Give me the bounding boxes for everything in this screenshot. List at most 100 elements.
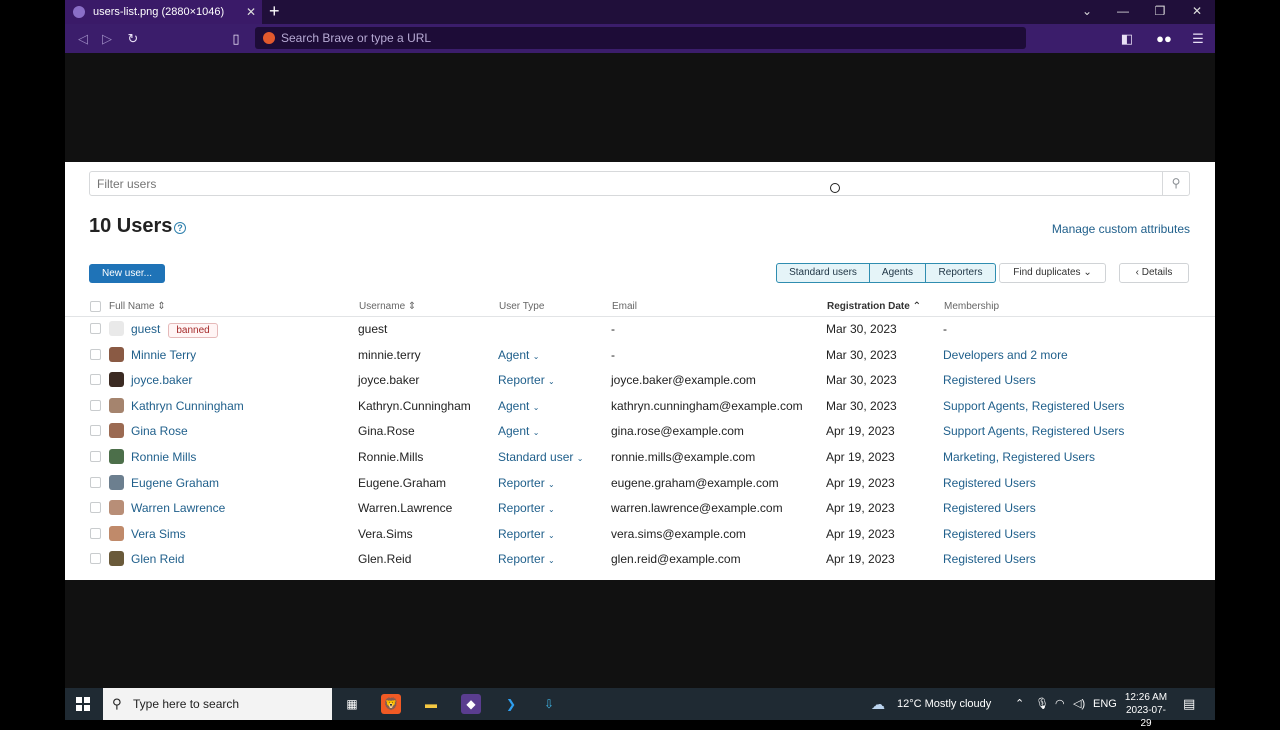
segment-agents[interactable]: Agents — [869, 263, 926, 283]
user-type-dropdown[interactable]: Standard user ⌄ — [498, 450, 583, 464]
user-name-link[interactable]: Ronnie Mills — [131, 450, 196, 464]
user-type-dropdown[interactable]: Agent ⌄ — [498, 399, 539, 413]
minimize-button[interactable]: — — [1105, 0, 1141, 24]
user-type-label: Agent — [498, 398, 530, 413]
row-checkbox[interactable] — [90, 476, 101, 488]
user-name-link[interactable]: Glen Reid — [131, 552, 184, 566]
row-checkbox[interactable] — [90, 502, 101, 514]
volume-icon[interactable]: ◁) — [1073, 688, 1085, 720]
segment-reporters[interactable]: Reporters — [925, 263, 996, 283]
username-cell: Eugene.Graham — [358, 475, 447, 490]
file-explorer-icon[interactable]: ▬ — [421, 694, 441, 714]
membership-cell[interactable]: Registered Users — [943, 501, 1036, 515]
membership-cell[interactable]: Registered Users — [943, 476, 1036, 490]
column-user-type[interactable]: User Type — [499, 301, 544, 312]
wallet-icon[interactable]: ●● — [1152, 29, 1176, 49]
membership-cell[interactable]: Registered Users — [943, 527, 1036, 541]
user-name-link[interactable]: Kathryn Cunningham — [131, 399, 244, 413]
notifications-icon[interactable]: ▤ — [1183, 688, 1195, 720]
user-name-link[interactable]: joyce.baker — [131, 373, 192, 387]
maximize-button[interactable]: ❐ — [1142, 0, 1178, 24]
task-view-icon[interactable]: ▦ — [342, 694, 362, 714]
taskbar-search-box[interactable]: ⚲ Type here to search — [103, 688, 332, 720]
user-type-dropdown[interactable]: Reporter ⌄ — [498, 527, 555, 541]
membership-cell[interactable]: Support Agents, Registered Users — [943, 399, 1124, 413]
row-checkbox[interactable] — [90, 323, 101, 334]
user-type-dropdown[interactable]: Reporter ⌄ — [498, 373, 555, 387]
registration-date-cell: Mar 30, 2023 — [826, 398, 897, 413]
forward-icon[interactable]: ▷ — [97, 29, 117, 49]
registration-date-cell: Apr 19, 2023 — [826, 424, 895, 439]
microphone-icon[interactable]: 🎙 — [1035, 688, 1049, 720]
new-tab-button[interactable]: + — [269, 0, 280, 22]
user-type-dropdown[interactable]: Reporter ⌄ — [498, 552, 555, 566]
column-registration-date[interactable]: Registration Date ⌃ — [827, 301, 921, 312]
search-icon[interactable]: ⚲ — [1162, 172, 1189, 195]
clock[interactable]: 12:26 AM 2023-07-29 — [1123, 689, 1169, 729]
tray-chevron-icon[interactable]: ⌃ — [1015, 688, 1024, 720]
registration-date-cell: Mar 30, 2023 — [826, 322, 897, 336]
email-cell: gina.rose@example.com — [611, 424, 744, 439]
bookmark-icon[interactable]: ▯ — [226, 29, 246, 49]
user-type-dropdown[interactable]: Agent ⌄ — [498, 424, 539, 438]
weather-text[interactable]: 12°C Mostly cloudy — [897, 688, 991, 720]
reload-icon[interactable]: ↻ — [123, 29, 143, 49]
row-checkbox[interactable] — [90, 451, 101, 462]
details-button[interactable]: ‹ Details — [1119, 263, 1189, 283]
row-checkbox[interactable] — [90, 348, 101, 360]
sidebar-icon[interactable]: ◧ — [1117, 29, 1137, 49]
tab-close-icon[interactable]: ✕ — [246, 0, 256, 24]
tab-list-chevron-icon[interactable]: ⌄ — [1069, 0, 1105, 24]
user-name-link[interactable]: Minnie Terry — [131, 348, 196, 362]
row-checkbox[interactable] — [90, 425, 101, 437]
find-duplicates-button[interactable]: Find duplicates ⌄ — [999, 263, 1106, 283]
user-name-link[interactable]: Gina Rose — [131, 424, 188, 438]
close-window-button[interactable]: ✕ — [1179, 0, 1215, 24]
row-checkbox[interactable] — [90, 374, 101, 386]
membership-cell[interactable]: Developers and 2 more — [943, 348, 1068, 362]
column-membership[interactable]: Membership — [944, 301, 999, 312]
select-all-checkbox[interactable] — [90, 301, 101, 312]
url-bar[interactable]: Search Brave or type a URL — [255, 27, 1026, 49]
membership-cell[interactable]: Registered Users — [943, 552, 1036, 566]
membership-cell[interactable]: Marketing, Registered Users — [943, 450, 1095, 464]
tab-bar: users-list.png (2880×1046) ✕ + ⌄ — ❐ ✕ — [65, 0, 1215, 24]
user-type-dropdown[interactable]: Reporter ⌄ — [498, 476, 555, 490]
user-name-link[interactable]: Eugene Graham — [131, 476, 219, 490]
back-icon[interactable]: ◁ — [73, 29, 93, 49]
row-checkbox[interactable] — [90, 527, 101, 539]
brave-shield-icon[interactable] — [263, 32, 275, 44]
active-app-icon[interactable]: ◆ — [461, 694, 481, 714]
vscode-icon[interactable]: ❯ — [501, 694, 521, 714]
registration-date-cell: Apr 19, 2023 — [826, 552, 895, 567]
segment-standard-users[interactable]: Standard users — [776, 263, 870, 283]
address-toolbar: ◁ ▷ ↻ ▯ Search Brave or type a URL ◧ ●● … — [65, 24, 1215, 53]
user-name-link[interactable]: Warren Lawrence — [131, 501, 225, 515]
column-username[interactable]: Username ⇕ — [359, 301, 416, 312]
column-email[interactable]: Email — [612, 301, 637, 312]
manage-custom-attributes-link[interactable]: Manage custom attributes — [1052, 222, 1190, 236]
browser-tab[interactable]: users-list.png (2880×1046) ✕ — [65, 0, 262, 24]
installer-icon[interactable]: ⇩ — [539, 694, 559, 714]
filter-users-field[interactable]: ⚲ — [89, 171, 1190, 196]
membership-cell[interactable]: Registered Users — [943, 373, 1036, 387]
registration-date-cell: Apr 19, 2023 — [826, 526, 895, 541]
user-type-dropdown[interactable]: Agent ⌄ — [498, 348, 539, 362]
new-user-button[interactable]: New user... — [89, 264, 165, 283]
email-cell: kathryn.cunningham@example.com — [611, 398, 803, 413]
registration-date-cell: Apr 19, 2023 — [826, 475, 895, 490]
menu-icon[interactable]: ☰ — [1188, 29, 1208, 49]
user-name-link[interactable]: Vera Sims — [131, 527, 186, 541]
language-indicator[interactable]: ENG — [1093, 688, 1117, 720]
column-full-name[interactable]: Full Name ⇕ — [109, 301, 166, 312]
user-name-link[interactable]: guest — [131, 322, 160, 336]
help-icon[interactable]: ? — [174, 222, 186, 234]
brave-icon[interactable]: 🦁 — [381, 694, 401, 714]
user-type-dropdown[interactable]: Reporter ⌄ — [498, 501, 555, 515]
membership-cell[interactable]: Support Agents, Registered Users — [943, 424, 1124, 438]
row-checkbox[interactable] — [90, 553, 101, 565]
windows-start-icon[interactable] — [76, 697, 90, 711]
network-icon[interactable]: ◠ — [1055, 688, 1065, 720]
filter-users-input[interactable] — [90, 172, 1160, 195]
row-checkbox[interactable] — [90, 399, 101, 411]
